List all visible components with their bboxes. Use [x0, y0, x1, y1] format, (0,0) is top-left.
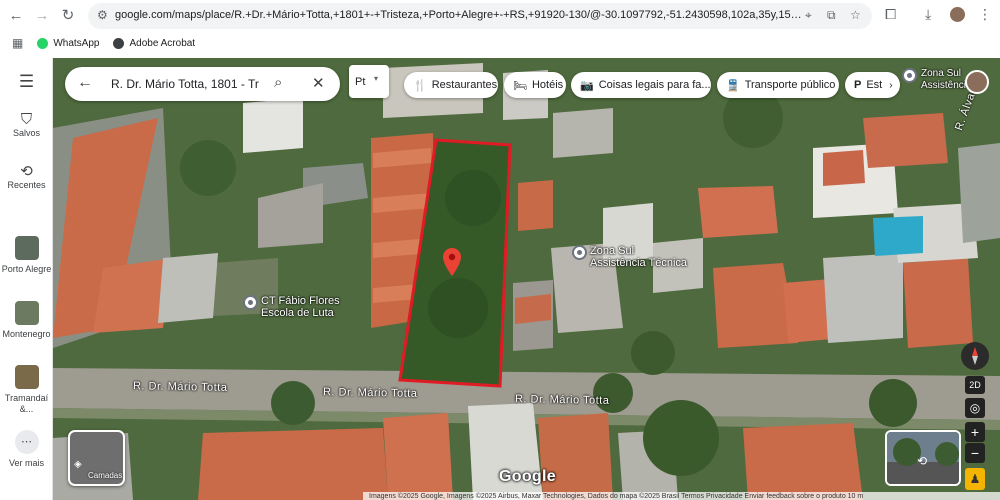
compass-icon[interactable]	[961, 342, 989, 370]
bookmark-adobe-acrobat[interactable]: Adobe Acrobat	[113, 37, 196, 49]
search-input[interactable]: R. Dr. Mário Totta, 1801 - Tristeza	[111, 77, 259, 91]
recents-label: Recentes	[7, 180, 46, 190]
camera-icon: 📷	[580, 79, 594, 92]
chevron-down-icon: ▾	[374, 74, 379, 83]
location-icon[interactable]: ⌖	[805, 8, 812, 23]
star-icon[interactable]: ☆	[850, 8, 861, 22]
place-label-zona-sul[interactable]: Zona Sul Assistência Técnica	[590, 245, 687, 269]
recent-tramandai[interactable]: Tramandaí &...	[0, 365, 53, 415]
chip-hotels[interactable]: 🛏 Hotéis	[504, 72, 566, 98]
more-icon: ⋯	[14, 430, 39, 454]
place-label-ct-fabio-flores[interactable]: CT Fábio Flores Escola de Luta	[261, 295, 340, 319]
recent-porto-alegre[interactable]: Porto Alegre	[0, 236, 53, 275]
recent-label: Tramandaí &...	[4, 393, 49, 414]
street-label: R. Dr. Mário Totta	[322, 386, 418, 400]
place-category: Assistência Técnica	[590, 257, 688, 269]
street-view-thumbnail[interactable]: ⟲	[885, 430, 961, 486]
language-select[interactable]: Pt ▾	[349, 65, 389, 98]
whatsapp-icon	[37, 37, 49, 49]
map-canvas[interactable]: CT Fábio Flores Escola de Luta Zona Sul …	[53, 58, 1000, 500]
satellite-imagery	[53, 58, 1000, 500]
chip-label: Transporte público	[744, 79, 836, 91]
place-thumbnail	[14, 301, 39, 325]
chip-parking[interactable]: P Est ›	[845, 72, 900, 98]
profile-avatar[interactable]	[950, 7, 965, 22]
recents-button[interactable]: ⟲ Recentes	[0, 163, 53, 191]
chip-label: Restaurantes	[431, 79, 498, 91]
saved-button[interactable]: ⛉ Salvos	[0, 111, 53, 139]
reload-icon[interactable]: ↻	[58, 6, 78, 26]
language-label: Pt	[355, 76, 366, 88]
search-box[interactable]: ← R. Dr. Mário Totta, 1801 - Tristeza ⌕ …	[65, 67, 340, 101]
recent-montenegro[interactable]: Montenegro	[0, 301, 53, 340]
history-icon: ⟲	[20, 163, 33, 180]
account-avatar[interactable]	[965, 70, 989, 94]
place-category: Escola de Luta	[261, 307, 334, 319]
parking-icon: P	[854, 79, 862, 91]
my-location-icon[interactable]: ◎	[965, 398, 985, 418]
chip-transit[interactable]: 🚆 Transporte público	[717, 72, 839, 98]
bookmark-label: Adobe Acrobat	[129, 37, 196, 49]
layers-button[interactable]: ◈ Camadas	[68, 430, 125, 486]
browser-menu-icon[interactable]: ⋮	[978, 6, 992, 23]
hotel-icon: 🛏	[513, 79, 527, 92]
menu-icon: ☰	[18, 72, 35, 91]
menu-button[interactable]: ☰	[0, 72, 53, 91]
place-name: CT Fábio Flores	[261, 295, 340, 307]
location-pin-icon[interactable]	[443, 248, 461, 276]
place-thumbnail	[14, 236, 39, 260]
more-label: Ver mais	[8, 458, 44, 468]
place-name: Zona Sul	[590, 245, 635, 257]
restaurant-icon: 🍴	[413, 79, 427, 92]
rotate-icon: ⟲	[917, 454, 928, 468]
site-info-icon[interactable]: ⚙	[97, 8, 108, 22]
place-marker-icon[interactable]	[243, 295, 258, 310]
zoom-out-button[interactable]: −	[965, 443, 985, 463]
forward-icon[interactable]: →	[32, 6, 52, 26]
search-icon[interactable]: ⌕	[274, 74, 282, 91]
browser-toolbar: ← → ↻ ⚙ google.com/maps/place/R.+Dr.+Már…	[0, 0, 1000, 58]
chip-label: Est	[866, 79, 883, 91]
acrobat-icon	[113, 37, 125, 49]
chip-label: Hotéis	[531, 79, 564, 91]
close-icon[interactable]: ✕	[312, 74, 325, 92]
map-attribution-footer[interactable]: Imagens ©2025 Google, Imagens ©2025 Airb…	[363, 492, 1000, 500]
install-app-icon[interactable]: ⧉	[827, 8, 836, 23]
chevron-right-icon[interactable]: ›	[889, 80, 892, 91]
chip-restaurants[interactable]: 🍴 Restaurantes	[404, 72, 498, 98]
more-button[interactable]: ⋯ Ver mais	[0, 430, 53, 469]
recent-label: Montenegro	[2, 329, 51, 339]
street-label: R. Dr. Mário Totta	[514, 393, 610, 407]
address-bar[interactable]: ⚙ google.com/maps/place/R.+Dr.+Mário+Tot…	[88, 3, 872, 29]
place-thumbnail	[14, 365, 39, 389]
back-icon[interactable]: ←	[6, 6, 26, 26]
layers-label: Camadas	[88, 471, 123, 480]
layers-icon: ◈	[74, 459, 82, 470]
place-marker-icon[interactable]	[572, 245, 587, 260]
bookmark-label: WhatsApp	[53, 37, 100, 49]
back-arrow-icon[interactable]: ←	[77, 74, 93, 92]
chip-label: Coisas legais para fa...	[598, 79, 711, 91]
address-url[interactable]: google.com/maps/place/R.+Dr.+Mário+Totta…	[115, 9, 805, 21]
transit-icon: 🚆	[726, 79, 740, 92]
download-icon[interactable]: ⤓	[925, 6, 931, 23]
street-label: R. Dr. Mário Totta	[132, 380, 228, 394]
google-logo: Google	[499, 468, 556, 485]
saved-label: Salvos	[12, 128, 40, 138]
maps-side-rail: ☰ ⛉ Salvos ⟲ Recentes Porto Alegre Monte…	[0, 58, 53, 500]
bookmark-whatsapp[interactable]: WhatsApp	[37, 37, 100, 49]
extensions-icon[interactable]: ⧠	[885, 6, 896, 23]
recent-label: Porto Alegre	[1, 264, 52, 274]
bookmarks-bar: ▦ WhatsApp Adobe Acrobat	[0, 30, 1000, 56]
view-toggle-button[interactable]: 2D	[965, 376, 985, 394]
zoom-in-button[interactable]: +	[965, 422, 985, 442]
place-marker-icon[interactable]	[902, 68, 917, 83]
apps-grid-icon[interactable]: ▦	[12, 36, 23, 50]
chip-things-to-do[interactable]: 📷 Coisas legais para fa...	[571, 72, 711, 98]
bookmark-icon: ⛉	[20, 111, 33, 128]
pegman-icon[interactable]: ♟	[965, 468, 985, 490]
